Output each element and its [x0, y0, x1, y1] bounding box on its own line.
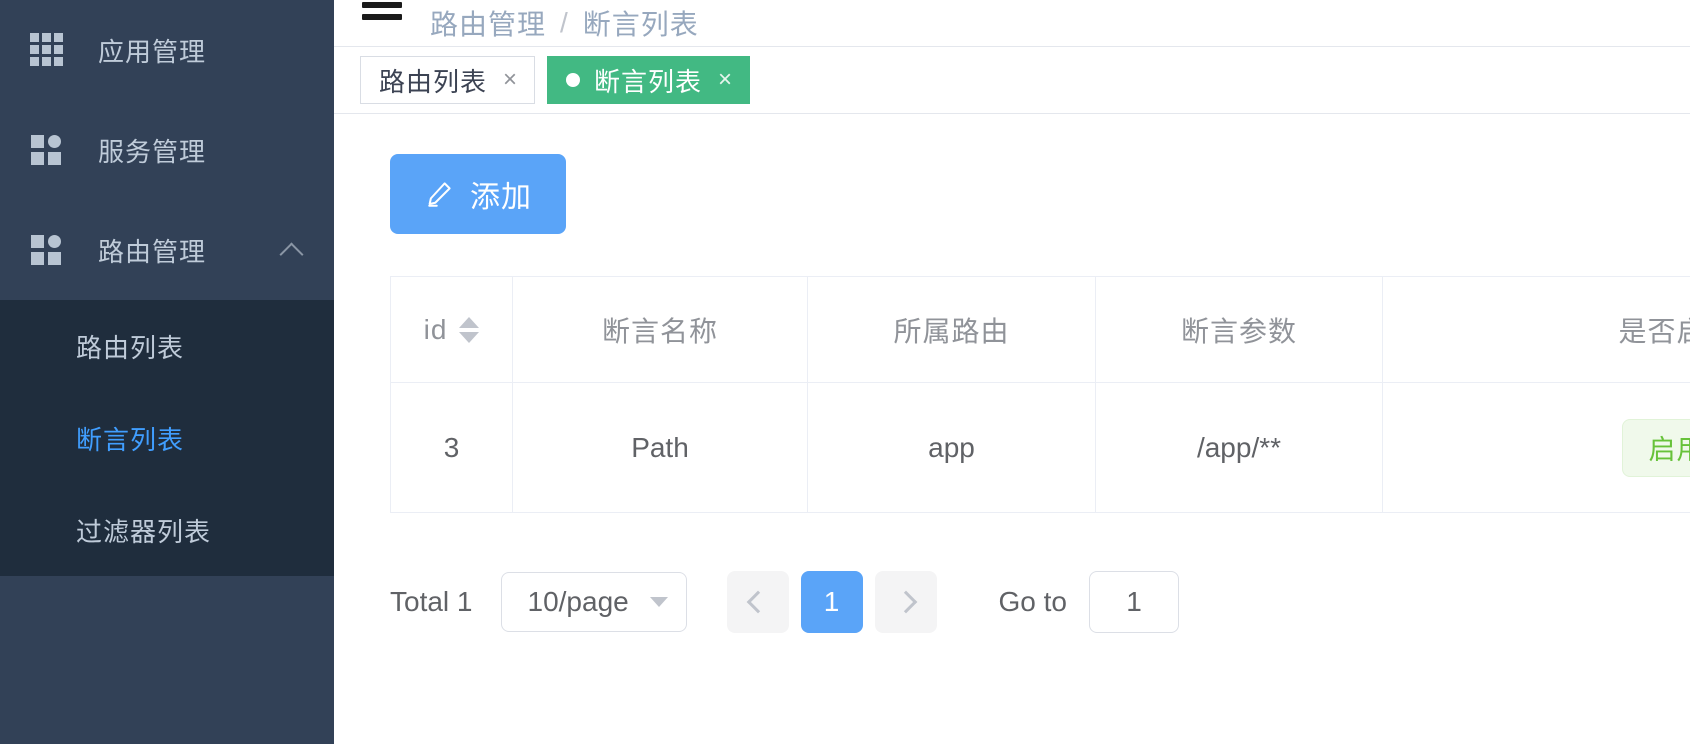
page-jumper: Go to — [999, 571, 1179, 633]
table-container: id 断言名称 所属路由 断言参数 是否 3 Path app /app/** … — [390, 276, 1690, 513]
tab-bar: 路由列表 × 断言列表 × — [334, 46, 1690, 114]
tab-predicate-list[interactable]: 断言列表 × — [547, 56, 751, 104]
sidebar-item-route-management[interactable]: 路由管理 — [0, 200, 334, 300]
cell-name: Path — [512, 382, 808, 513]
app-root: 应用管理 服务管理 路由管理 路由列表 断言列表 过滤器列表 路由管理 / 断言… — [0, 0, 1690, 744]
sidebar-item-app-management[interactable]: 应用管理 — [0, 0, 334, 100]
topbar: 路由管理 / 断言列表 — [334, 0, 1690, 46]
sidebar-subitem-label: 路由列表 — [76, 332, 185, 363]
column-header-name: 断言名称 — [512, 276, 808, 383]
page-button-1[interactable]: 1 — [800, 571, 863, 633]
prev-page-button[interactable] — [726, 571, 789, 633]
column-header-route: 所属路由 — [807, 276, 1096, 383]
add-button[interactable]: 添加 — [390, 154, 566, 234]
add-button-label: 添加 — [470, 181, 532, 214]
components-icon — [30, 133, 64, 167]
column-header-enabled: 是否启用 — [1382, 276, 1690, 383]
column-header-params: 断言参数 — [1095, 276, 1383, 383]
sidebar-subitem-predicate-list[interactable]: 断言列表 — [0, 392, 334, 484]
column-header-label: 断言参数 — [1180, 315, 1297, 347]
cell-enabled: 启用 — [1382, 382, 1690, 513]
page-size-value: 10/page — [527, 586, 629, 617]
sidebar: 应用管理 服务管理 路由管理 路由列表 断言列表 过滤器列表 — [0, 0, 334, 744]
grid-icon — [30, 33, 64, 67]
sidebar-subitem-route-list[interactable]: 路由列表 — [0, 300, 334, 392]
cell-id: 3 — [390, 382, 513, 513]
sidebar-subitem-filter-list[interactable]: 过滤器列表 — [0, 484, 334, 576]
close-icon[interactable]: × — [503, 68, 518, 92]
chevron-right-icon — [894, 590, 917, 614]
pencil-icon — [428, 182, 451, 207]
column-header-label: 断言名称 — [601, 315, 718, 347]
components-icon — [30, 233, 64, 267]
sidebar-subitem-label: 过滤器列表 — [76, 516, 212, 547]
main-area: 路由管理 / 断言列表 路由列表 × 断言列表 × 添加 id 断言名称 所属路… — [334, 0, 1690, 744]
page-jumper-label: Go to — [998, 586, 1067, 617]
chevron-up-icon[interactable] — [280, 237, 306, 263]
column-header-label: id — [423, 313, 448, 345]
column-header-id[interactable]: id — [390, 276, 513, 383]
breadcrumb: 路由管理 / 断言列表 — [430, 3, 699, 43]
status-badge: 启用 — [1621, 418, 1690, 477]
close-icon[interactable]: × — [718, 68, 733, 92]
sidebar-item-label: 路由管理 — [98, 236, 207, 267]
sidebar-item-label: 服务管理 — [98, 136, 207, 167]
pagination-total: Total 1 — [390, 586, 473, 617]
predicate-table: id 断言名称 所属路由 断言参数 是否 3 Path app /app/** … — [390, 276, 1690, 513]
column-header-label: 所属路由 — [893, 315, 1010, 347]
breadcrumb-current: 断言列表 — [582, 9, 699, 40]
tab-label: 路由列表 — [379, 66, 488, 97]
sidebar-subitem-label: 断言列表 — [76, 424, 185, 455]
sidebar-submenu: 路由列表 断言列表 过滤器列表 — [0, 300, 334, 576]
sidebar-item-service-management[interactable]: 服务管理 — [0, 100, 334, 200]
pagination: Total 1 10/page 1 Go to — [390, 571, 1690, 633]
page-jumper-input[interactable] — [1088, 571, 1179, 633]
sort-caret-icon[interactable] — [459, 315, 480, 345]
tab-label: 断言列表 — [594, 66, 703, 97]
cell-route: app — [807, 382, 1096, 513]
chevron-left-icon — [746, 590, 769, 614]
content-area: 添加 id 断言名称 所属路由 断言参数 是否 3 Path app /app/… — [334, 114, 1690, 744]
next-page-button[interactable] — [874, 571, 937, 633]
hamburger-icon[interactable] — [362, 2, 402, 38]
active-dot-icon — [566, 73, 581, 87]
tab-route-list[interactable]: 路由列表 × — [360, 56, 536, 104]
table-header-row: id 断言名称 所属路由 断言参数 是否 — [390, 276, 1690, 383]
page-size-select[interactable]: 10/page — [500, 572, 687, 632]
breadcrumb-separator: / — [560, 7, 569, 38]
table-row[interactable]: 3 Path app /app/** 启用 — [390, 382, 1690, 513]
breadcrumb-parent[interactable]: 路由管理 — [430, 3, 546, 43]
sidebar-item-label: 应用管理 — [98, 36, 207, 67]
cell-params: /app/** — [1095, 382, 1383, 513]
column-header-label: 是否启用 — [1618, 315, 1690, 347]
chevron-down-icon — [649, 597, 668, 607]
